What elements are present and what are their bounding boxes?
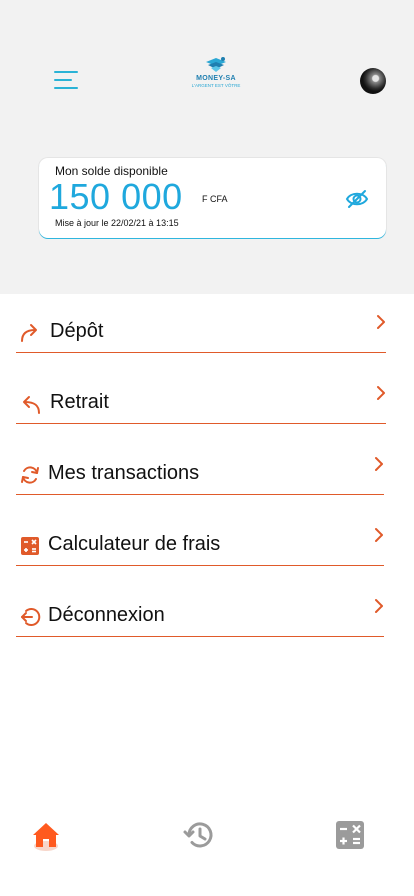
- menu-item-transactions[interactable]: Mes transactions: [16, 436, 384, 496]
- logo-icon: [206, 57, 226, 72]
- menu-item-label: Mes transactions: [48, 462, 200, 484]
- balance-amount: 150 000: [49, 176, 183, 217]
- hamburger-menu-icon[interactable]: [52, 68, 80, 92]
- calculator-icon: [336, 821, 364, 849]
- calculator-icon: [19, 535, 41, 557]
- undo-arrow-icon: [19, 393, 41, 415]
- balance-currency: F CFA: [202, 194, 228, 204]
- logo-name: MONEY-SA: [196, 75, 236, 82]
- menu-item-label: Dépôt: [50, 320, 104, 342]
- avatar[interactable]: [360, 68, 386, 94]
- divider: [16, 352, 386, 353]
- chevron-right-icon: [374, 385, 388, 401]
- forward-arrow-icon: [19, 322, 41, 344]
- menu-item-retrait[interactable]: Retrait: [16, 365, 386, 425]
- balance-updated-date: Mise à jour le 22/02/21 à 13:15: [55, 218, 179, 228]
- eye-slash-icon[interactable]: [345, 189, 369, 209]
- menu-item-label: Déconnexion: [48, 604, 165, 626]
- app-logo: MONEY-SA L'ARGENT EST VÔTRE: [186, 56, 246, 98]
- nav-history-button[interactable]: [182, 818, 216, 852]
- menu-item-depot[interactable]: Dépôt: [16, 294, 386, 354]
- chevron-right-icon: [374, 314, 388, 330]
- logout-icon: [19, 606, 41, 628]
- nav-home-button[interactable]: [29, 818, 63, 852]
- nav-calculator-button[interactable]: [333, 818, 367, 852]
- menu-item-calculateur[interactable]: Calculateur de frais: [16, 507, 384, 567]
- menu-item-label: Retrait: [50, 391, 109, 413]
- divider: [16, 494, 384, 495]
- divider: [16, 423, 386, 424]
- divider: [16, 636, 384, 637]
- bottom-navigation: [0, 800, 414, 870]
- chevron-right-icon: [372, 456, 386, 472]
- history-icon: [183, 822, 213, 848]
- chevron-right-icon: [372, 598, 386, 614]
- balance-card: Mon solde disponible 150 000 F CFA Mise …: [39, 158, 386, 238]
- header-area: MONEY-SA L'ARGENT EST VÔTRE Mon solde di…: [0, 0, 414, 294]
- refresh-icon: [19, 464, 41, 486]
- logo-tagline: L'ARGENT EST VÔTRE: [191, 83, 241, 88]
- home-icon: [33, 823, 59, 851]
- divider: [16, 565, 384, 566]
- menu-item-deconnexion[interactable]: Déconnexion: [16, 578, 384, 638]
- menu-item-label: Calculateur de frais: [48, 533, 221, 555]
- chevron-right-icon: [372, 527, 386, 543]
